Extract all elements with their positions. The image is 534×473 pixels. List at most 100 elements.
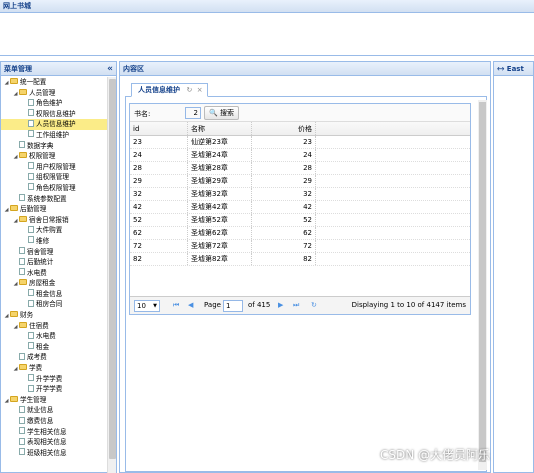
table-cell — [316, 227, 470, 239]
watermark: CSDN @大佬员阿乐 — [380, 448, 491, 462]
tree-node[interactable]: 水电费 — [1, 268, 108, 279]
table-cell — [316, 162, 470, 174]
table-cell: 52 — [252, 214, 316, 226]
search-button[interactable]: 🔍 搜索 — [204, 106, 239, 120]
tree-node[interactable]: 缴费信息 — [1, 416, 108, 427]
tree-node[interactable]: 开学学费 — [1, 384, 108, 395]
tree-scrollbar-thumb[interactable] — [109, 79, 116, 459]
search-input[interactable]: 2 — [185, 107, 201, 119]
table-row[interactable]: 52 圣墟第52章 52 — [130, 214, 470, 227]
table-row[interactable]: 82 圣墟第82章 82 — [130, 253, 470, 266]
table-row[interactable]: 23 仙逆第23章 23 — [130, 136, 470, 149]
tree-node[interactable]: 系统参数配置 — [1, 194, 108, 205]
table-cell: 圣墟第32章 — [188, 188, 252, 200]
file-icon — [28, 342, 34, 350]
file-icon — [19, 247, 25, 254]
page-size-select[interactable]: 10 ▼ — [134, 300, 160, 312]
file-icon — [19, 405, 25, 413]
tree-node[interactable]: 水电费 — [1, 331, 108, 342]
tree-node[interactable]: ◢ 统一配置 — [1, 77, 108, 88]
tree-node[interactable]: 维修 — [1, 236, 108, 247]
tree-node[interactable]: 租金 — [1, 342, 108, 353]
tree-node[interactable]: ◢ 宿舍日常报销 — [1, 215, 108, 226]
chevron-down-icon: ▼ — [153, 303, 157, 309]
tree-node[interactable]: ◢ 学生管理 — [1, 395, 108, 406]
tree-node-label: 权限信息维护 — [36, 109, 76, 118]
tree-node[interactable]: 成考费 — [1, 352, 108, 363]
tree-node[interactable]: 宿舍管理 — [1, 247, 108, 258]
file-icon — [28, 183, 34, 191]
tree-node[interactable]: 角色维护 — [1, 98, 108, 109]
tree-node[interactable]: 数据字典 — [1, 141, 108, 152]
tree-node[interactable]: 后勤统计 — [1, 257, 108, 268]
next-page-icon[interactable]: ▶ — [278, 301, 283, 309]
tree-node[interactable]: 升学学费 — [1, 374, 108, 385]
table-row[interactable]: 72 圣墟第72章 72 — [130, 240, 470, 253]
expand-icon[interactable]: 🡘 — [497, 65, 504, 73]
page-total: of 415 — [248, 301, 271, 309]
file-icon — [28, 109, 34, 117]
content-scrollbar[interactable] — [478, 100, 487, 470]
folder-icon — [10, 395, 18, 402]
tree-node[interactable]: ◢ 学费 — [1, 363, 108, 374]
last-page-icon[interactable]: ⏭ — [293, 301, 299, 310]
close-icon[interactable]: × — [197, 86, 203, 94]
table-row[interactable]: 32 圣墟第32章 32 — [130, 188, 470, 201]
tree-node[interactable]: 租房合同 — [1, 299, 108, 310]
refresh-icon[interactable]: ↻ — [186, 86, 192, 94]
tab-label: 人员信息维护 — [138, 86, 180, 94]
file-icon — [19, 268, 25, 276]
tree-node[interactable]: 租金信息 — [1, 289, 108, 300]
table-row[interactable]: 62 圣墟第62章 62 — [130, 227, 470, 240]
prev-page-icon[interactable]: ◀ — [188, 301, 193, 309]
tree-node-label: 成考费 — [27, 353, 47, 362]
page-input[interactable]: 1 — [223, 300, 243, 312]
tree-node[interactable]: ◢ 住宿费 — [1, 321, 108, 332]
tree-node[interactable]: ◢ 后勤管理 — [1, 204, 108, 215]
table-cell — [316, 136, 470, 148]
table-row[interactable]: 42 圣墟第42章 42 — [130, 201, 470, 214]
tree-node[interactable]: 角色权限管理 — [1, 183, 108, 194]
tree-node[interactable]: 就业信息 — [1, 405, 108, 416]
tree-node[interactable]: ◢ 财务 — [1, 310, 108, 321]
tree-node[interactable]: 学生相关信息 — [1, 427, 108, 438]
tree-node-label: 就业信息 — [27, 406, 54, 415]
tree-node[interactable]: 班级相关信息 — [1, 448, 108, 459]
tree-node-label: 租金 — [36, 342, 50, 351]
column-header-id[interactable]: id — [130, 122, 188, 135]
tree-node[interactable]: 人员信息维护 — [1, 119, 108, 130]
tree-node[interactable]: ◢ 人员管理 — [1, 88, 108, 99]
tab-person-info[interactable]: 人员信息维护 ↻ × — [131, 83, 208, 97]
grid-header: id 名称 价格 — [130, 122, 470, 136]
table-row[interactable]: 28 圣墟第28章 28 — [130, 162, 470, 175]
tree-node[interactable]: ◢ 房屋租金 — [1, 278, 108, 289]
collapse-icon[interactable]: « — [107, 62, 113, 76]
tree-node-label: 角色维护 — [36, 99, 63, 108]
tree-node[interactable]: 用户权限管理 — [1, 162, 108, 173]
tree-node-label: 人员管理 — [29, 88, 56, 97]
content-scrollbar-thumb[interactable] — [479, 102, 486, 462]
tree-node-label: 角色权限管理 — [36, 183, 76, 192]
table-row[interactable]: 24 圣墟第24章 24 — [130, 149, 470, 162]
tree-node[interactable]: 权限信息维护 — [1, 109, 108, 120]
tree-node[interactable]: 大件购置 — [1, 225, 108, 236]
tree-node[interactable]: 表现相关信息 — [1, 437, 108, 448]
search-icon: 🔍 — [209, 109, 218, 117]
west-panel-title: 菜单管理 — [4, 65, 32, 73]
tree-node[interactable]: 工作组维护 — [1, 130, 108, 141]
grid-toolbar: 书名: 2 🔍 搜索 — [130, 104, 470, 122]
table-cell: 52 — [130, 214, 188, 226]
tree-node[interactable]: ◢ 权限管理 — [1, 151, 108, 162]
tree-node-label: 用户权限管理 — [36, 162, 76, 171]
table-cell: 28 — [130, 162, 188, 174]
tree-node[interactable]: 组权限管理 — [1, 172, 108, 183]
refresh-icon[interactable]: ↻ — [311, 301, 317, 309]
first-page-icon[interactable]: ⏮ — [173, 301, 179, 310]
east-panel-header: 🡘 East — [494, 62, 533, 76]
table-cell: 23 — [130, 136, 188, 148]
tree-scrollbar[interactable] — [107, 77, 116, 473]
table-row[interactable]: 29 圣墟第29章 29 — [130, 175, 470, 188]
column-header-price[interactable]: 价格 — [252, 122, 316, 135]
column-header-name[interactable]: 名称 — [188, 122, 252, 135]
page-size-value: 10 — [137, 302, 146, 310]
